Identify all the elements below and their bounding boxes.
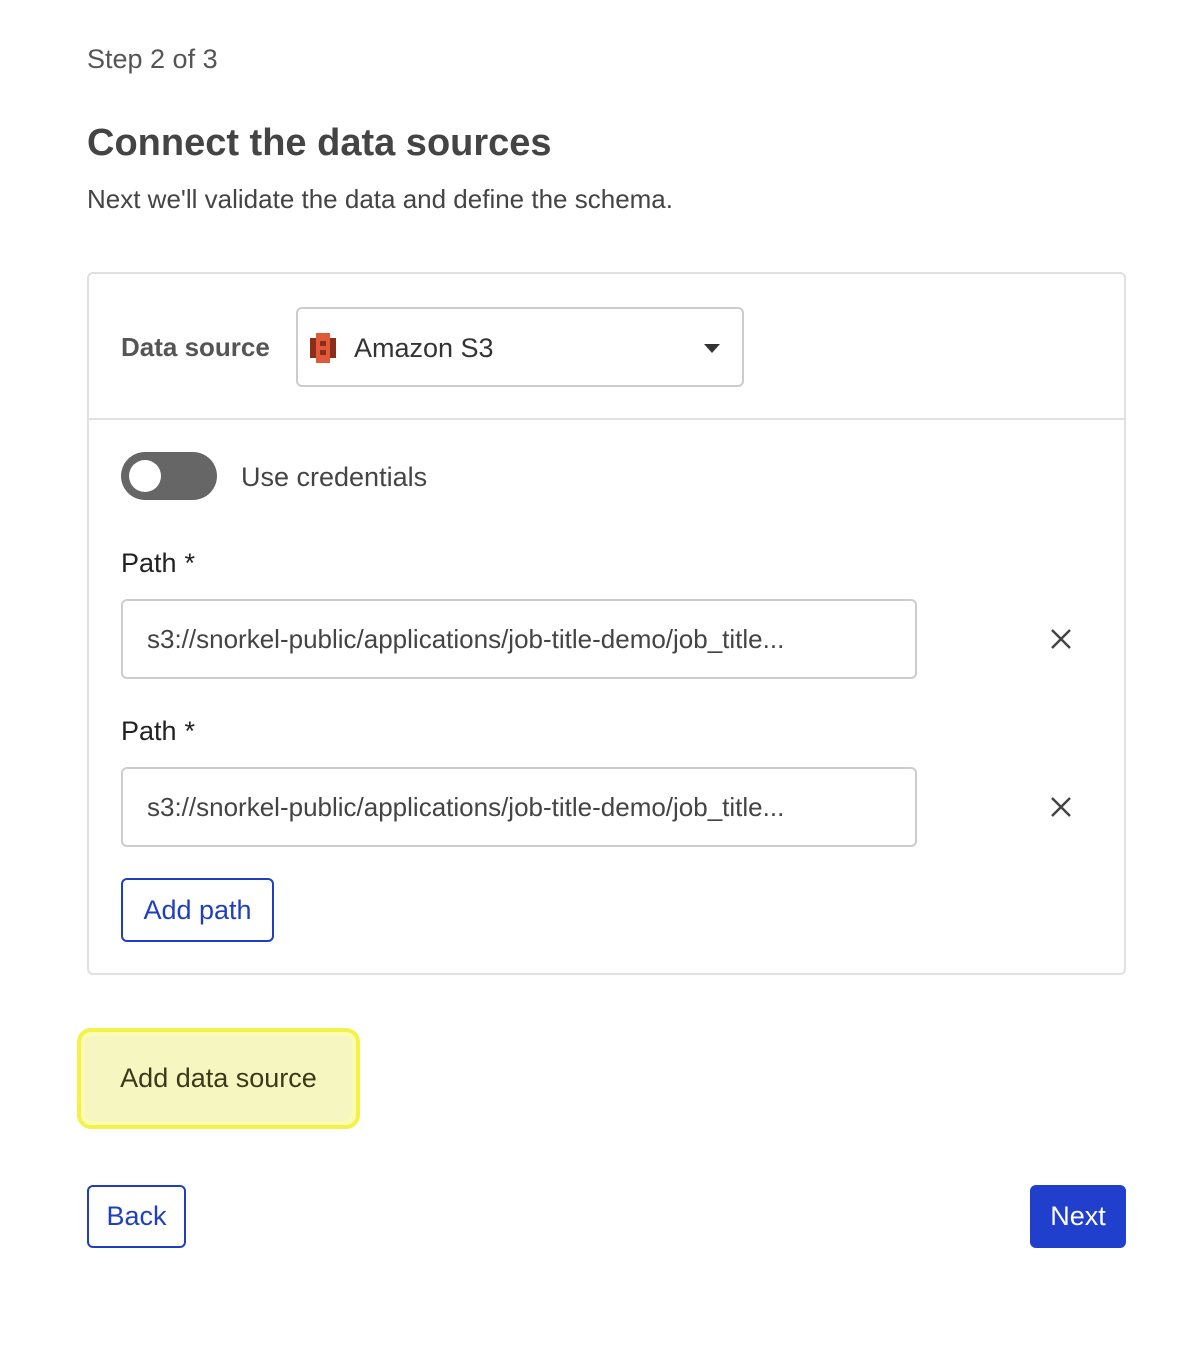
clear-path-1-button[interactable] [1043,621,1079,657]
data-source-card-header: Data source Amazon S3 [89,274,1124,420]
data-source-label: Data source [121,332,270,362]
path-label-text: Path [121,548,177,578]
use-credentials-toggle[interactable] [121,452,217,500]
back-button[interactable]: Back [87,1185,186,1248]
step-indicator: Step 2 of 3 [87,44,218,74]
data-source-card: Data source Amazon S3 Use credentials Pa… [87,272,1126,975]
path-label-1: Path * [121,548,195,579]
close-icon [1051,797,1071,817]
clear-path-2-button[interactable] [1043,789,1079,825]
page-subtitle: Next we'll validate the data and define … [87,184,673,214]
path-input-1[interactable]: s3://snorkel-public/applications/job-tit… [121,599,917,679]
path-label-2: Path * [121,716,195,747]
add-path-button[interactable]: Add path [121,878,274,942]
required-mark: * [184,548,196,578]
use-credentials-label: Use credentials [241,462,428,492]
chevron-down-icon [704,344,720,353]
required-mark: * [184,716,196,746]
data-source-select[interactable]: Amazon S3 [296,307,744,387]
close-icon [1051,629,1071,649]
data-source-select-value: Amazon S3 [354,333,494,363]
page-title: Connect the data sources [87,122,552,164]
add-data-source-button[interactable]: Add data source [85,1036,352,1121]
connect-data-sources-page: Step 2 of 3 Connect the data sources Nex… [0,0,1178,1360]
path-input-2[interactable]: s3://snorkel-public/applications/job-tit… [121,767,917,847]
toggle-knob [129,460,161,492]
next-button[interactable]: Next [1030,1185,1126,1248]
path-label-text: Path [121,716,177,746]
amazon-s3-icon [310,333,336,363]
